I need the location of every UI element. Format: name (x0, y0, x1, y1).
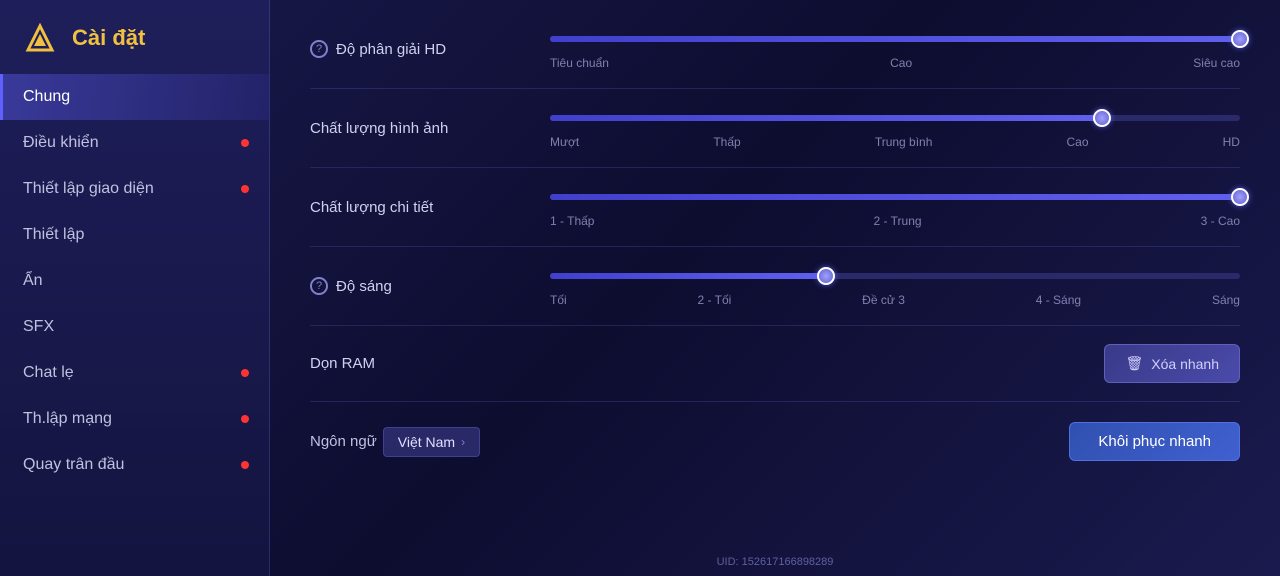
app-container: Cài đặt ChungĐiều khiểnThiết lập giao di… (0, 0, 1280, 576)
hd-resolution-track[interactable] (550, 36, 1240, 42)
detail-quality-labels: 1 - Thấp 2 - Trung 3 - Cao (550, 214, 1240, 228)
image-quality-label: Chất lượng hình ảnh (310, 120, 530, 137)
chevron-right-icon: › (461, 435, 465, 449)
hd-resolution-labels: Tiêu chuẩn Cao Siêu cao (550, 56, 1240, 70)
help-icon-hd[interactable]: ? (310, 40, 328, 58)
language-value-button[interactable]: Việt Nam › (383, 427, 480, 457)
sidebar-item-chat-le[interactable]: Chat lẹ (0, 350, 269, 396)
hd-resolution-row: ? Độ phân giải HD Tiêu chuẩn Cao Siêu ca… (310, 10, 1240, 89)
detail-quality-thumb[interactable] (1231, 188, 1249, 206)
hd-resolution-thumb[interactable] (1231, 30, 1249, 48)
logo-title: Cài đặt (72, 25, 145, 51)
image-quality-slider: Mượt Thấp Trung bình Cao HD (550, 107, 1240, 149)
clean-ram-row: Dọn RAM 🗑 Xóa nhanh (310, 326, 1240, 402)
brightness-labels: Tối 2 - Tối Đề cử 3 4 - Sáng Sáng (550, 293, 1240, 307)
notification-dot-quay-tran-dau (241, 461, 249, 469)
language-section: Ngôn ngữ Việt Nam › (310, 427, 480, 457)
detail-quality-label: Chất lượng chi tiết (310, 199, 530, 216)
brightness-fill (550, 273, 826, 279)
hd-resolution-fill (550, 36, 1240, 42)
sidebar-items-container: ChungĐiều khiểnThiết lập giao diệnThiết … (0, 74, 269, 488)
detail-quality-track[interactable] (550, 194, 1240, 200)
sidebar-item-quay-tran-dau[interactable]: Quay trân đầu (0, 442, 269, 488)
notification-dot-dieu-khien (241, 139, 249, 147)
logo-icon (20, 18, 60, 58)
brightness-thumb[interactable] (817, 267, 835, 285)
image-quality-thumb[interactable] (1093, 109, 1111, 127)
logo-area: Cài đặt (0, 10, 269, 74)
hd-resolution-label: ? Độ phân giải HD (310, 40, 530, 58)
delete-button[interactable]: 🗑 Xóa nhanh (1104, 344, 1240, 383)
sidebar-item-thiet-lap[interactable]: Thiết lập (0, 212, 269, 258)
bottom-row: Ngôn ngữ Việt Nam › Khôi phục nhanh (310, 402, 1240, 461)
image-quality-track[interactable] (550, 115, 1240, 121)
language-label: Ngôn ngữ (310, 433, 377, 450)
help-icon-brightness[interactable]: ? (310, 277, 328, 295)
clean-ram-label: Dọn RAM (310, 355, 530, 372)
sidebar-item-chung[interactable]: Chung (0, 74, 269, 120)
brightness-row: ? Độ sáng Tối 2 - Tối Đề cử 3 4 - Sáng S… (310, 247, 1240, 326)
hd-resolution-slider: Tiêu chuẩn Cao Siêu cao (550, 28, 1240, 70)
notification-dot-thiet-lap-giao-dien (241, 185, 249, 193)
detail-quality-fill (550, 194, 1240, 200)
notification-dot-thlap-mang (241, 415, 249, 423)
sidebar-item-an[interactable]: Ẩn (0, 258, 269, 304)
sidebar: Cài đặt ChungĐiều khiểnThiết lập giao di… (0, 0, 270, 576)
detail-quality-slider: 1 - Thấp 2 - Trung 3 - Cao (550, 186, 1240, 228)
brightness-slider: Tối 2 - Tối Đề cử 3 4 - Sáng Sáng (550, 265, 1240, 307)
trash-icon: 🗑 (1125, 355, 1143, 372)
restore-button[interactable]: Khôi phục nhanh (1069, 422, 1240, 461)
image-quality-fill (550, 115, 1102, 121)
sidebar-item-thlap-mang[interactable]: Th.lập mạng (0, 396, 269, 442)
sidebar-item-dieu-khien[interactable]: Điều khiển (0, 120, 269, 166)
sidebar-item-sfx[interactable]: SFX (0, 304, 269, 350)
brightness-label: ? Độ sáng (310, 277, 530, 295)
notification-dot-chat-le (241, 369, 249, 377)
brightness-track[interactable] (550, 273, 1240, 279)
detail-quality-row: Chất lượng chi tiết 1 - Thấp 2 - Trung 3… (310, 168, 1240, 247)
image-quality-row: Chất lượng hình ảnh Mượt Thấp Trung bình… (310, 89, 1240, 168)
sidebar-item-thiet-lap-giao-dien[interactable]: Thiết lập giao diện (0, 166, 269, 212)
image-quality-labels: Mượt Thấp Trung bình Cao HD (550, 135, 1240, 149)
main-content: ? Độ phân giải HD Tiêu chuẩn Cao Siêu ca… (270, 0, 1280, 576)
uid-text: UID: 152617166898289 (717, 556, 834, 568)
